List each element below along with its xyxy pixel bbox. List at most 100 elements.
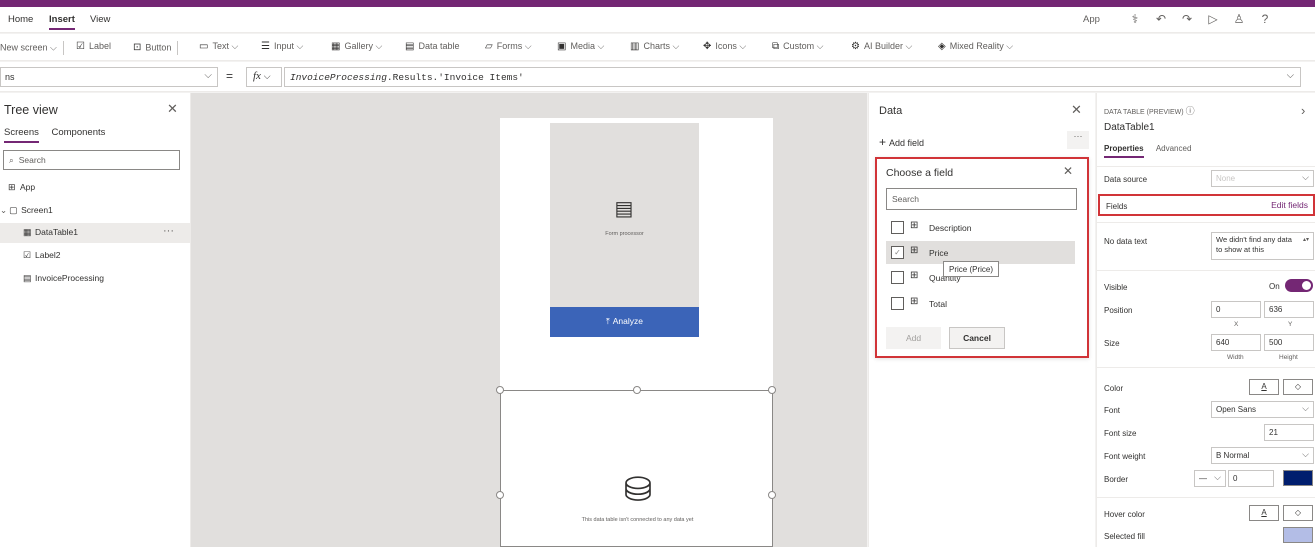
close-icon[interactable]: ✕: [167, 101, 178, 117]
chevron-right-icon[interactable]: ›: [1301, 103, 1305, 118]
form-processor-control[interactable]: ▤ Form processor: [550, 123, 699, 337]
field-row-total[interactable]: ⊞ Total: [886, 292, 1075, 315]
data-panel: Data ✕ + Add field ··· Choose a field ✕ S…: [868, 93, 1095, 547]
stethoscope-icon[interactable]: ⚕: [1126, 12, 1144, 26]
field-checkbox[interactable]: [891, 297, 904, 310]
tree-item-app[interactable]: ⊞ App: [0, 178, 190, 198]
add-field-button[interactable]: + Add field: [879, 135, 924, 149]
hover-text-color-button[interactable]: A: [1249, 505, 1279, 521]
visible-toggle[interactable]: [1285, 279, 1313, 292]
font-size-input[interactable]: 21: [1264, 424, 1314, 441]
close-icon[interactable]: ✕: [1063, 164, 1073, 178]
tab-advanced[interactable]: Advanced: [1156, 144, 1192, 156]
chevron-down-icon: ⌵: [1302, 403, 1309, 413]
forms-button[interactable]: ▱ Forms ⌵: [485, 41, 532, 52]
label-button[interactable]: ☑ Label: [76, 41, 111, 52]
field-row-description[interactable]: ⊞ Description: [886, 216, 1075, 239]
add-button[interactable]: Add: [886, 327, 941, 349]
forms-icon: ▱: [485, 41, 493, 52]
font-weight-dropdown[interactable]: B Normal ⌵: [1211, 447, 1314, 464]
tree-item-label2[interactable]: ☑ Label2: [0, 246, 190, 266]
collapse-chevron-icon[interactable]: ⌄: [0, 205, 7, 215]
tab-insert[interactable]: Insert: [49, 14, 75, 30]
input-button[interactable]: ☰ Input ⌵: [261, 41, 303, 52]
hover-fill-color-button[interactable]: ◇: [1283, 505, 1313, 521]
tab-view[interactable]: View: [90, 14, 110, 25]
tab-screens[interactable]: Screens: [4, 127, 39, 143]
resize-handle-tl[interactable]: [496, 386, 504, 394]
width-input[interactable]: 640: [1211, 334, 1261, 351]
visible-label: Visible: [1104, 283, 1128, 292]
chevron-down-icon: ⌵: [204, 70, 212, 81]
cancel-button[interactable]: Cancel: [949, 327, 1005, 349]
position-x-input[interactable]: 0: [1211, 301, 1261, 318]
data-table-icon: ▦: [23, 227, 32, 237]
charts-button[interactable]: ▥ Charts ⌵: [630, 41, 679, 52]
position-y-input[interactable]: 636: [1264, 301, 1314, 318]
no-data-text-input[interactable]: We didn't find any data to show at this ▴…: [1211, 232, 1314, 260]
more-options-icon[interactable]: ···: [1067, 131, 1089, 149]
tab-properties[interactable]: Properties: [1104, 144, 1144, 158]
font-weight-label: Font weight: [1104, 452, 1146, 461]
analyze-button[interactable]: ⤒ Analyze: [550, 307, 699, 337]
button-button[interactable]: ⊡ Button: [133, 41, 179, 55]
custom-button[interactable]: ⧉ Custom ⌵: [772, 41, 823, 52]
fill-color-button[interactable]: ◇: [1283, 379, 1313, 395]
field-checkbox[interactable]: [891, 221, 904, 234]
border-color-swatch[interactable]: [1283, 470, 1313, 486]
resize-handle-r[interactable]: [768, 491, 776, 499]
height-input[interactable]: 500: [1264, 334, 1314, 351]
datatable1-control[interactable]: ⛁ This data table isn't connected to any…: [500, 390, 773, 547]
edit-fields-link[interactable]: Edit fields: [1271, 200, 1308, 210]
tree-item-invoiceprocessing[interactable]: ▤ InvoiceProcessing: [0, 269, 190, 289]
property-dropdown[interactable]: ns ⌵: [0, 67, 218, 87]
icons-button[interactable]: ✥ Icons ⌵: [703, 41, 746, 52]
field-checkbox[interactable]: [891, 271, 904, 284]
text-button[interactable]: ▭ Text ⌵: [199, 41, 238, 52]
input-icon: ☰: [261, 41, 270, 52]
ai-builder-button[interactable]: ⚙ AI Builder ⌵: [851, 41, 912, 52]
gallery-button[interactable]: ▦ Gallery ⌵: [331, 41, 382, 52]
expand-formula-icon[interactable]: ⌵: [1287, 70, 1294, 81]
tree-item-screen1[interactable]: ⌄ ▢ Screen1: [0, 201, 190, 221]
undo-icon[interactable]: ↶: [1152, 12, 1170, 26]
size-label: Size: [1104, 339, 1120, 348]
selected-fill-swatch[interactable]: [1283, 527, 1313, 543]
font-dropdown[interactable]: Open Sans ⌵: [1211, 401, 1314, 418]
person-icon[interactable]: ♙: [1230, 12, 1248, 26]
close-icon[interactable]: ✕: [1071, 102, 1082, 118]
tree-view-title: Tree view: [4, 103, 58, 117]
resize-handle-l[interactable]: [496, 491, 504, 499]
data-source-dropdown[interactable]: None ⌵: [1211, 170, 1314, 187]
tree-search-input[interactable]: ⌕ Search: [3, 150, 180, 170]
tab-home[interactable]: Home: [8, 14, 33, 25]
field-checkbox[interactable]: ✓: [891, 246, 904, 259]
field-search-input[interactable]: Search: [886, 188, 1077, 210]
search-icon: ⌕: [9, 155, 14, 165]
formula-input[interactable]: InvoiceProcessing.Results.'Invoice Items…: [284, 67, 1301, 87]
media-button[interactable]: ▣ Media ⌵: [557, 41, 604, 52]
resize-handle-t[interactable]: [633, 386, 641, 394]
properties-panel: DATA TABLE (PREVIEW) ⓘ DataTable1 › Prop…: [1096, 93, 1315, 547]
border-style-dropdown[interactable]: — ⌵: [1194, 470, 1226, 487]
fx-button[interactable]: fx ⌵: [246, 67, 282, 87]
mixed-reality-button[interactable]: ◈ Mixed Reality ⌵: [938, 41, 1013, 52]
data-table-button[interactable]: ▤ Data table: [405, 41, 459, 52]
help-icon[interactable]: ?: [1256, 12, 1274, 26]
redo-icon[interactable]: ↷: [1178, 12, 1196, 26]
canvas-area[interactable]: ▤ Form processor ⤒ Analyze ⛁ This data ta…: [191, 93, 867, 547]
resize-handle-tr[interactable]: [768, 386, 776, 394]
tree-item-datatable1[interactable]: ▦ DataTable1 ···: [0, 223, 190, 243]
more-options-icon[interactable]: ···: [163, 225, 174, 237]
new-screen-button[interactable]: New screen ⌵: [0, 41, 64, 55]
app-label[interactable]: App: [1083, 14, 1100, 25]
text-color-button[interactable]: A: [1249, 379, 1279, 395]
custom-icon: ⧉: [772, 41, 780, 52]
scroll-arrows-icon[interactable]: ▴▾: [1303, 235, 1309, 245]
tab-components[interactable]: Components: [52, 127, 106, 141]
datatable-empty-message: This data table isn't connected to any d…: [581, 517, 694, 523]
text-icon: ▭: [199, 41, 209, 52]
border-width-input[interactable]: 0: [1228, 470, 1274, 487]
form-processor-icon: ▤: [23, 273, 32, 283]
play-icon[interactable]: ▷: [1204, 12, 1222, 26]
